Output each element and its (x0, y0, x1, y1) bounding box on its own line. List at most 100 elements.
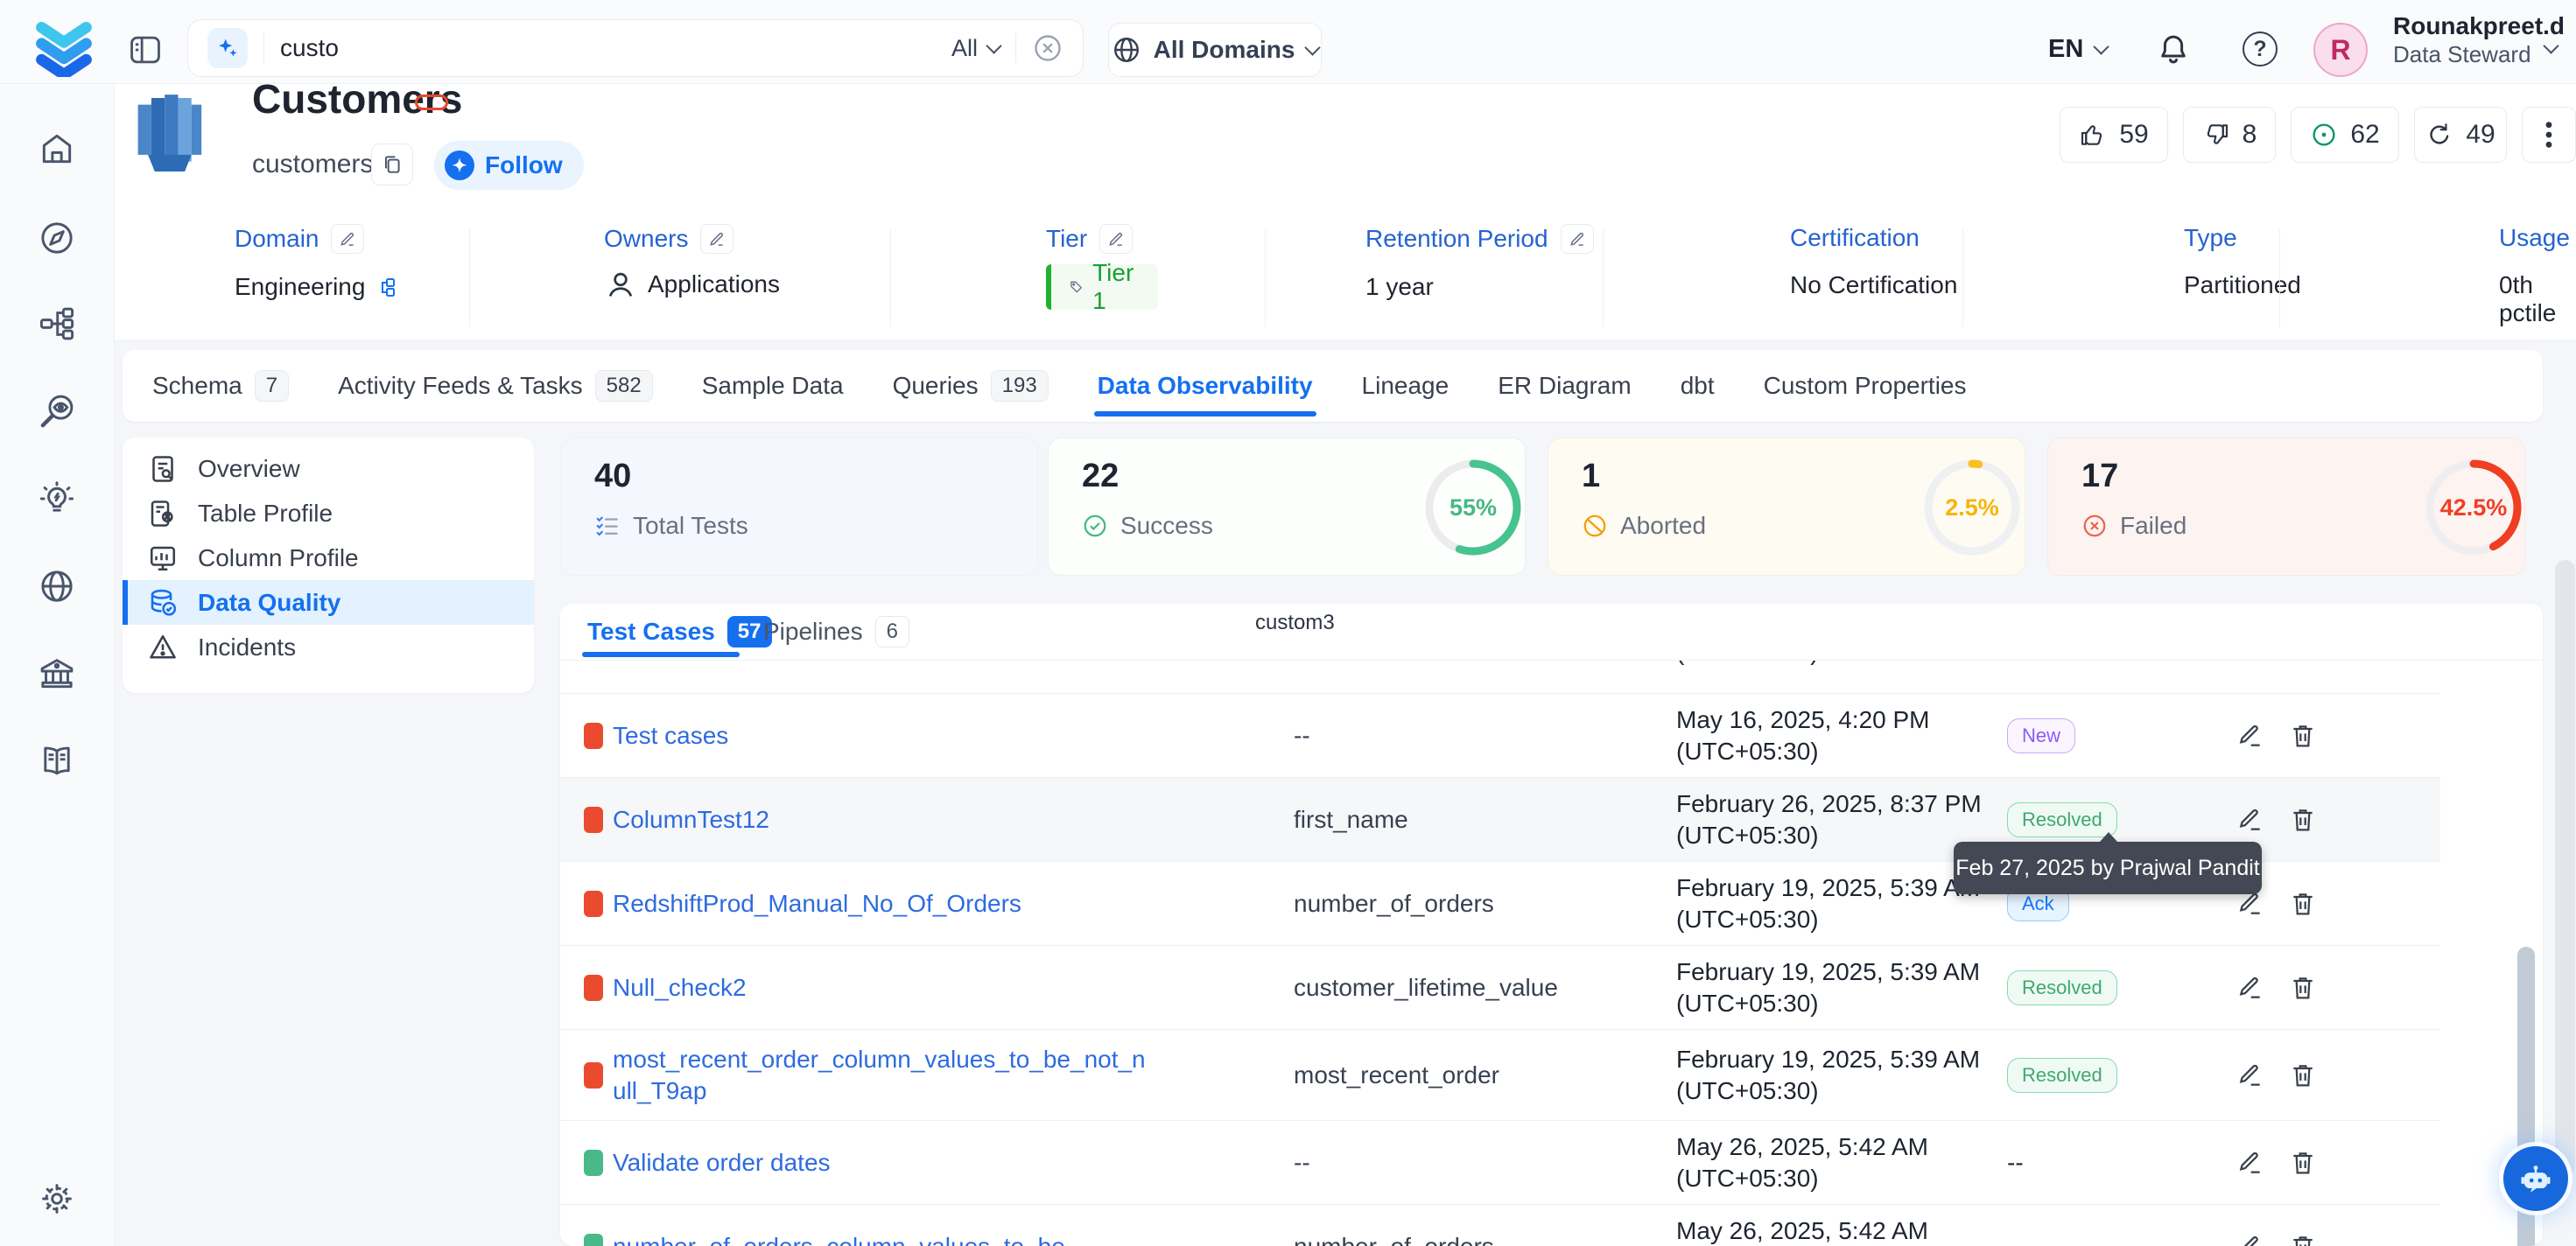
tab-custom-properties[interactable]: Custom Properties (1764, 350, 1967, 422)
search-query-text[interactable]: custo (280, 34, 936, 62)
type-value: Partitioned (2184, 271, 2301, 299)
aborted-slash-icon (1582, 513, 1608, 539)
edit-icon[interactable] (2236, 1061, 2264, 1089)
delete-icon[interactable] (2289, 1061, 2317, 1089)
delete-icon[interactable] (2289, 1233, 2317, 1246)
watch-button[interactable]: 62 (2291, 107, 2399, 163)
page-scrollbar-thumb[interactable] (2555, 560, 2575, 1177)
entity-header: Customers customers ✦ Follow 59 8 (114, 83, 2576, 340)
observability-search-eye-icon[interactable] (38, 392, 76, 430)
sidebar-toggle-icon[interactable] (129, 35, 162, 65)
status-indicator (584, 891, 603, 917)
edit-icon[interactable] (2236, 1233, 2264, 1246)
tab-data-observability[interactable]: Data Observability (1098, 350, 1313, 422)
notifications-bell-icon[interactable] (2155, 32, 2192, 68)
delete-icon[interactable] (2289, 722, 2317, 750)
globe-icon (1112, 35, 1141, 65)
test-case-link[interactable]: RedshiftProd_Manual_No_Of_Orders (613, 888, 1173, 920)
tooltip-text: Feb 27, 2025 by Prajwal Pandit (1955, 856, 2259, 881)
edit-retention-button[interactable] (1561, 224, 1594, 254)
submenu-item-incidents[interactable]: Incidents (123, 625, 534, 669)
search-scope-dropdown[interactable]: All (951, 35, 1000, 62)
edit-icon[interactable] (2236, 974, 2264, 1002)
user-menu[interactable]: Rounakpreet.d Data Steward (2393, 12, 2565, 68)
domains-globe-icon[interactable] (38, 567, 76, 606)
tab-er-diagram[interactable]: ER Diagram (1498, 350, 1631, 422)
global-search-input[interactable]: custo All (187, 19, 1084, 77)
owners-value[interactable]: Applications (648, 270, 780, 298)
info-retention: Retention Period 1 year (1365, 224, 1594, 301)
upvote-button[interactable]: 59 (2060, 107, 2168, 163)
table-row[interactable]: number_of_orders_column_values_to_be_ nu… (560, 1204, 2440, 1246)
column-cell: most_recent_order (1294, 1061, 1661, 1089)
submenu-item-overview[interactable]: Overview (123, 446, 534, 491)
pipelines-label: Pipelines (763, 618, 863, 646)
tab-queries[interactable]: Queries193 (893, 350, 1049, 422)
tab-dbt[interactable]: dbt (1681, 350, 1715, 422)
language-dropdown[interactable]: EN (2048, 24, 2107, 74)
app-logo[interactable] (30, 18, 98, 77)
all-domains-button[interactable]: All Domains (1108, 23, 1322, 77)
test-case-link[interactable]: Test cases (613, 720, 1173, 752)
submenu-item-table-profile[interactable]: Table Profile (123, 491, 534, 536)
lineage-flow-icon[interactable] (38, 304, 76, 343)
table-row[interactable]: most_recent_order_column_values_to_be_no… (560, 1029, 2440, 1120)
delete-icon[interactable] (2289, 806, 2317, 834)
submenu-item-column-profile[interactable]: Column Profile (123, 536, 534, 580)
delete-icon[interactable] (2289, 1149, 2317, 1177)
edit-owners-button[interactable] (700, 224, 733, 254)
table-row[interactable]: Null_check2 customer_lifetime_value Febr… (560, 945, 2440, 1029)
success-label: Success (1120, 512, 1213, 540)
edit-domain-button[interactable] (331, 224, 364, 254)
card-total-tests: 40 Total Tests (560, 438, 1038, 576)
overview-icon (147, 453, 179, 485)
rerun-button[interactable]: 49 (2414, 107, 2507, 163)
more-actions-button[interactable] (2522, 107, 2576, 163)
table-row[interactable]: Test cases -- May 16, 2025, 4:20 PM (UTC… (560, 693, 2440, 777)
tier-chip[interactable]: Tier 1 (1046, 264, 1158, 310)
tab-label: Lineage (1362, 372, 1449, 400)
ai-sparkle-icon[interactable] (207, 28, 248, 68)
tab-sample-data[interactable]: Sample Data (702, 350, 844, 422)
govern-bank-icon[interactable] (38, 654, 76, 693)
home-icon[interactable] (38, 130, 76, 168)
tab-pipelines[interactable]: Pipelines 6 (763, 604, 909, 660)
domain-value[interactable]: Engineering (235, 273, 365, 301)
help-icon[interactable]: ? (2243, 32, 2278, 66)
copy-name-button[interactable] (371, 144, 413, 186)
test-case-link[interactable]: ColumnTest12 (613, 804, 1173, 836)
info-divider (469, 229, 470, 327)
follow-button[interactable]: ✦ Follow (434, 141, 584, 190)
incidents-warning-icon (147, 632, 179, 663)
test-case-link[interactable]: number_of_orders_column_values_to_be_ (613, 1231, 1173, 1246)
test-case-link[interactable]: Null_check2 (613, 972, 1173, 1004)
test-case-link[interactable]: most_recent_order_column_values_to_be_no… (613, 1044, 1155, 1107)
rerun-count: 49 (2466, 120, 2495, 150)
edit-icon[interactable] (2236, 722, 2264, 750)
insights-bulb-icon[interactable] (38, 480, 76, 518)
glossary-book-icon[interactable] (38, 742, 76, 780)
explore-compass-icon[interactable] (38, 219, 76, 257)
tab-schema[interactable]: Schema7 (152, 350, 289, 422)
tab-label: Data Observability (1098, 372, 1313, 400)
status-badge: -- (2007, 1233, 2024, 1246)
column-cell: -- (1294, 1149, 1661, 1177)
chat-assistant-button[interactable] (2503, 1146, 2568, 1211)
edit-icon[interactable] (2236, 1149, 2264, 1177)
tab-activity-feeds[interactable]: Activity Feeds & Tasks582 (338, 350, 653, 422)
link-icon (376, 276, 397, 298)
submenu-item-data-quality[interactable]: Data Quality (123, 580, 534, 625)
edit-tier-button[interactable] (1099, 224, 1133, 254)
delete-icon[interactable] (2289, 890, 2317, 918)
search-clear-icon[interactable] (1032, 32, 1063, 64)
settings-gear-icon[interactable] (38, 1180, 76, 1218)
edit-icon[interactable] (2236, 806, 2264, 834)
aborted-donut: 2.5% (1921, 457, 2023, 558)
table-row[interactable]: Validate order dates -- May 26, 2025, 5:… (560, 1120, 2440, 1204)
downvote-button[interactable]: 8 (2183, 107, 2276, 163)
top-navbar: custo All All Domains EN (0, 0, 2576, 84)
delete-icon[interactable] (2289, 974, 2317, 1002)
test-case-link[interactable]: Validate order dates (613, 1147, 1173, 1179)
tab-lineage[interactable]: Lineage (1362, 350, 1449, 422)
user-avatar[interactable]: R (2313, 23, 2368, 77)
